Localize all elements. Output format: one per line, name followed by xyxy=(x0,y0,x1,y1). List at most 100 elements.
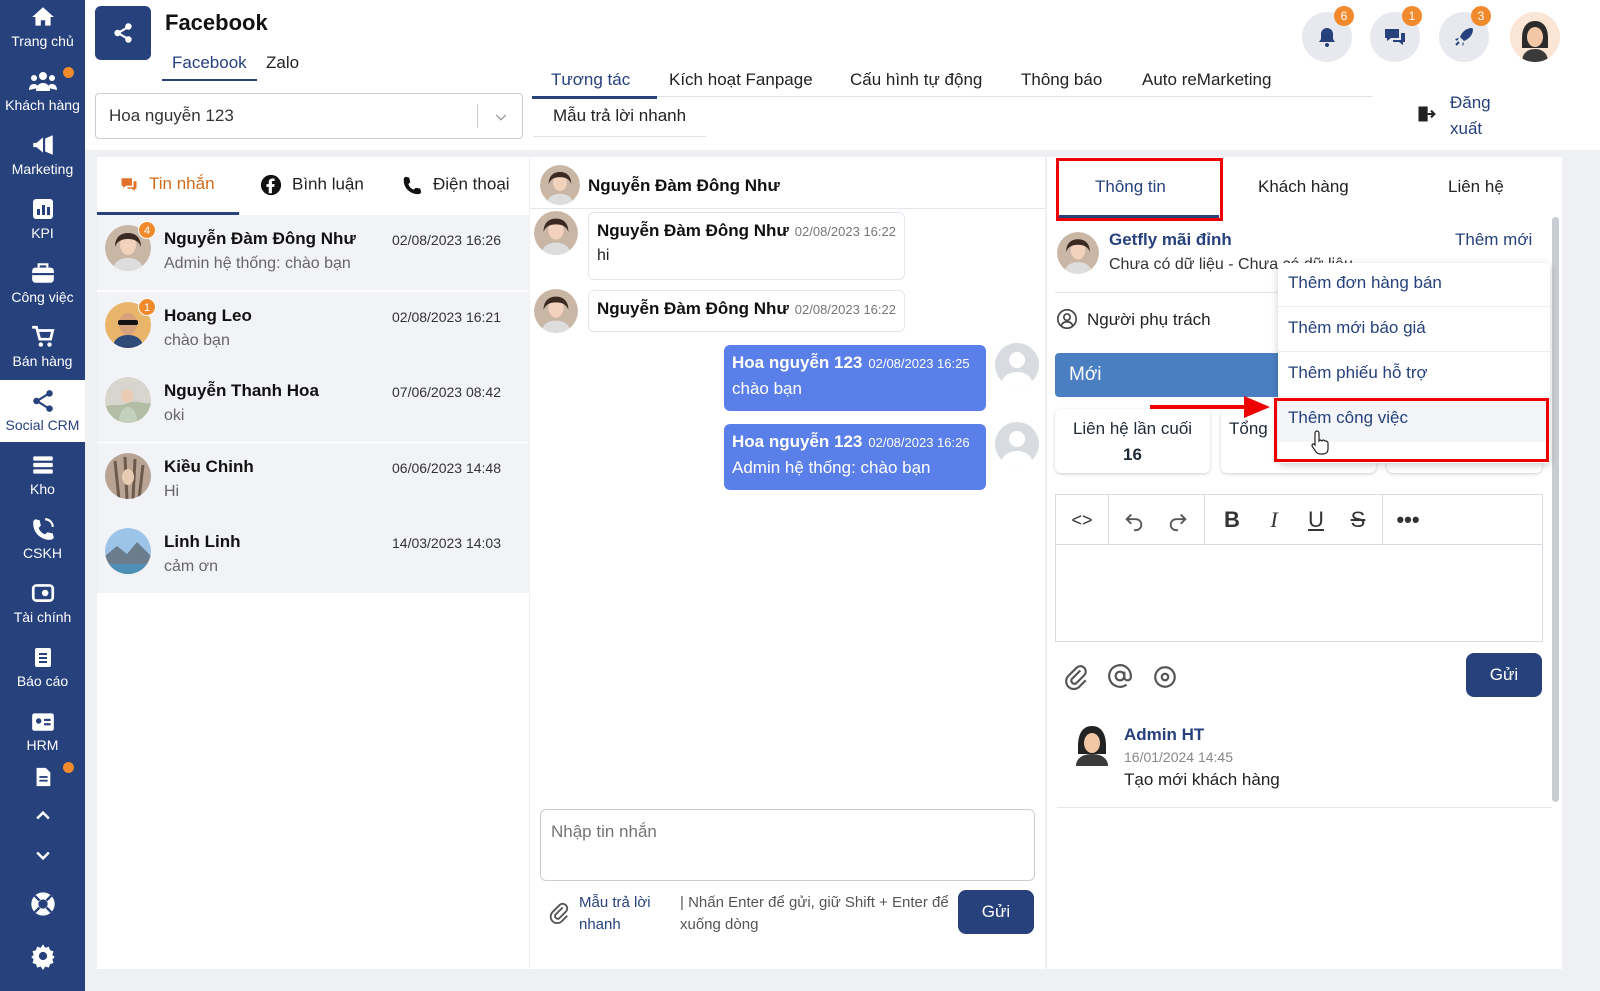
status-stage[interactable]: Mới xyxy=(1055,353,1315,397)
conversation-preview: oki xyxy=(164,407,185,424)
chat-header: Nguyễn Đàm Đông Như xyxy=(530,157,1045,209)
more-options-button[interactable]: ••• xyxy=(1386,495,1430,545)
facebook-icon xyxy=(260,174,282,196)
logout-label-line1: Đăng xyxy=(1450,93,1491,112)
tab-interaction[interactable]: Tương tác xyxy=(551,70,630,90)
tab-activate-fanpage[interactable]: Kích hoạt Fanpage xyxy=(669,70,813,90)
quick-reply-link[interactable]: Mẫu trả lời nhanh xyxy=(579,892,651,936)
add-new-button[interactable]: Thêm mới xyxy=(1455,230,1532,250)
avatar xyxy=(995,422,1039,466)
sidebar-item-kpi[interactable]: KPI xyxy=(0,196,85,241)
tab-messages[interactable]: Tin nhắn xyxy=(119,174,215,194)
conversation-name: Nguyễn Đàm Đông Như xyxy=(164,229,356,248)
strikethrough-button[interactable]: S xyxy=(1338,495,1378,545)
sidebar-item-reports[interactable]: Báo cáo xyxy=(0,644,85,689)
settings-button[interactable] xyxy=(0,942,85,973)
conversation-name: Linh Linh xyxy=(164,532,241,551)
conversation-name: Kiều Chinh xyxy=(164,457,254,476)
mention-icon[interactable] xyxy=(1107,663,1133,689)
conversation-preview: cảm ơn xyxy=(164,558,219,575)
sidebar-item-sales[interactable]: Bán hàng xyxy=(0,324,85,369)
tab-zalo[interactable]: Zalo xyxy=(266,53,299,73)
tab-facebook[interactable]: Facebook xyxy=(162,53,257,81)
avatar-image xyxy=(1510,12,1560,62)
chart-icon xyxy=(32,199,53,219)
sidebar-item-label: Khách hàng xyxy=(5,97,80,113)
chevron-down-icon xyxy=(495,114,507,121)
italic-button[interactable]: I xyxy=(1254,495,1294,545)
conversation-item[interactable]: Nguyễn Thanh Hoa 07/06/2023 08:42 oki xyxy=(97,367,529,443)
message-time: 02/08/2023 16:22 xyxy=(794,224,896,239)
scroll-up-button[interactable] xyxy=(0,806,85,829)
toolbar-separator xyxy=(1382,495,1383,545)
message-incoming: Nguyễn Đàm Đông Như 02/08/2023 16:22 hi xyxy=(588,212,905,280)
message-sender: Hoa nguyễn 123 xyxy=(732,353,863,372)
sidebar-item-marketing[interactable]: Marketing xyxy=(0,132,85,177)
activity-text: Tạo mới khách hàng xyxy=(1124,770,1280,789)
sidebar-item-cskh[interactable]: CSKH xyxy=(0,516,85,561)
sidebar-item-label: CSKH xyxy=(23,545,62,561)
sidebar-item-hrm[interactable]: HRM xyxy=(0,708,85,753)
undo-button[interactable] xyxy=(1112,495,1156,545)
sidebar-item-warehouse[interactable]: Kho xyxy=(0,452,85,497)
sidebar-item-home[interactable]: Trang chủ xyxy=(0,4,85,49)
tab-label: Bình luận xyxy=(292,174,364,194)
message-input[interactable] xyxy=(540,809,1035,881)
conversation-item[interactable]: Linh Linh 14/03/2023 14:03 cảm ơn xyxy=(97,518,529,594)
avatar xyxy=(534,289,578,333)
user-avatar[interactable] xyxy=(1510,12,1560,62)
chat-icon xyxy=(1385,29,1405,45)
menu-item-add-support-ticket[interactable]: Thêm phiếu hỗ trợ xyxy=(1278,353,1550,397)
menu-item-add-quote[interactable]: Thêm mới báo giá xyxy=(1278,308,1550,352)
scroll-down-button[interactable] xyxy=(0,845,85,868)
stat-card-last-contact: Liên hệ lần cuối 16 xyxy=(1055,409,1210,473)
paperclip-icon[interactable] xyxy=(548,902,570,924)
sidebar-item-social-crm[interactable]: Social CRM xyxy=(0,380,85,442)
tab-phone[interactable]: Điện thoại xyxy=(401,174,510,196)
send-message-button[interactable]: Gửi xyxy=(958,890,1034,934)
code-view-button[interactable]: <> xyxy=(1060,495,1104,545)
bold-button[interactable]: B xyxy=(1212,495,1252,545)
chevron-down-icon xyxy=(35,851,50,861)
redo-button[interactable] xyxy=(1156,495,1200,545)
tab-contact[interactable]: Liên hệ xyxy=(1448,177,1504,197)
tab-quick-replies[interactable]: Mẫu trả lời nhanh xyxy=(533,106,707,137)
tab-customer[interactable]: Khách hàng xyxy=(1258,177,1349,197)
send-hint: | Nhấn Enter để gửi, giữ Shift + Enter đ… xyxy=(680,894,949,933)
rocket-icon xyxy=(1455,28,1473,46)
customer-name[interactable]: Getfly mãi đỉnh xyxy=(1109,230,1232,250)
messages-button[interactable]: 1 xyxy=(1370,6,1422,62)
conversation-item[interactable]: 4 Nguyễn Đàm Đông Như 02/08/2023 16:26 A… xyxy=(97,215,529,291)
support-button[interactable] xyxy=(0,890,85,921)
tab-notifications[interactable]: Thông báo xyxy=(1021,70,1102,90)
location-icon[interactable] xyxy=(1152,664,1178,690)
conversation-preview: chào bạn xyxy=(164,332,230,349)
menu-item-add-sales-order[interactable]: Thêm đơn hàng bán xyxy=(1278,263,1550,307)
activity-author[interactable]: Admin HT xyxy=(1124,725,1204,745)
tab-comments[interactable]: Bình luận xyxy=(260,174,364,196)
sidebar: Trang chủ Khách hàng Marketing KPI Công … xyxy=(0,0,85,991)
send-note-button[interactable]: Gửi xyxy=(1466,653,1542,697)
info-scrollbar[interactable] xyxy=(1552,217,1559,802)
conversation-item[interactable]: 1 Hoang Leo 02/08/2023 16:21 chào bạn xyxy=(97,292,529,368)
rocket-button[interactable]: 3 xyxy=(1439,6,1491,62)
tab-auto-config[interactable]: Cấu hình tự động xyxy=(850,70,982,90)
top-bar: Facebook Facebook Zalo Hoa nguyễn 123 Tư… xyxy=(85,0,1600,150)
avatar xyxy=(1076,726,1108,766)
avatar xyxy=(534,211,578,255)
sidebar-item-tasks[interactable]: Công việc xyxy=(0,260,85,305)
paperclip-icon[interactable] xyxy=(1063,664,1089,690)
conversation-panel: Tin nhắn Bình luận Điện thoại 4 Nguyễn Đ… xyxy=(97,157,529,969)
underline-button[interactable]: U xyxy=(1296,495,1336,545)
social-crm-button[interactable] xyxy=(95,6,151,60)
message-sender: Nguyễn Đàm Đông Như xyxy=(597,299,789,318)
note-editor[interactable]: <> B I U S ••• xyxy=(1055,494,1543,642)
messages-badge: 1 xyxy=(1402,6,1422,26)
page-select[interactable]: Hoa nguyễn 123 xyxy=(95,93,523,139)
unread-badge: 4 xyxy=(138,221,156,239)
logout-button[interactable]: Đăng xuất xyxy=(1418,90,1491,142)
tab-auto-remarketing[interactable]: Auto reMarketing xyxy=(1142,70,1271,90)
sidebar-item-finance[interactable]: Tài chính xyxy=(0,580,85,625)
conversation-item[interactable]: Kiều Chinh 06/06/2023 14:48 Hi xyxy=(97,443,529,519)
notifications-button[interactable]: 6 xyxy=(1302,6,1354,62)
